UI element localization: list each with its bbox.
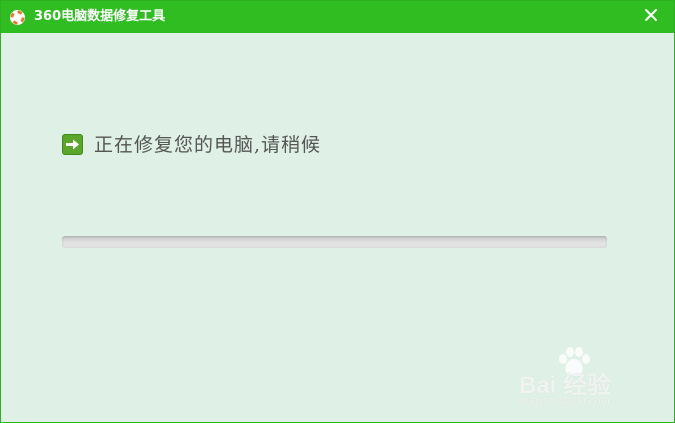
close-icon bbox=[645, 9, 657, 21]
arrow-right-icon bbox=[62, 134, 83, 155]
status-message: 正在修复您的电脑,请稍候 bbox=[94, 134, 322, 156]
window-title: 360电脑数据修复工具 bbox=[34, 9, 166, 24]
progress-bar bbox=[62, 236, 607, 248]
watermark-url: jingyan.baidu.com bbox=[521, 395, 610, 407]
repair-tool-window: 360电脑数据修复工具 正在修复您的电脑,请稍候 Bai 经验 jingyan.… bbox=[0, 0, 675, 423]
lifebuoy-icon bbox=[10, 10, 25, 25]
close-button[interactable] bbox=[641, 5, 661, 25]
title-bar[interactable]: 360电脑数据修复工具 bbox=[1, 1, 674, 33]
baidu-jingyan-watermark: Bai 经验 jingyan.baidu.com bbox=[519, 347, 639, 411]
